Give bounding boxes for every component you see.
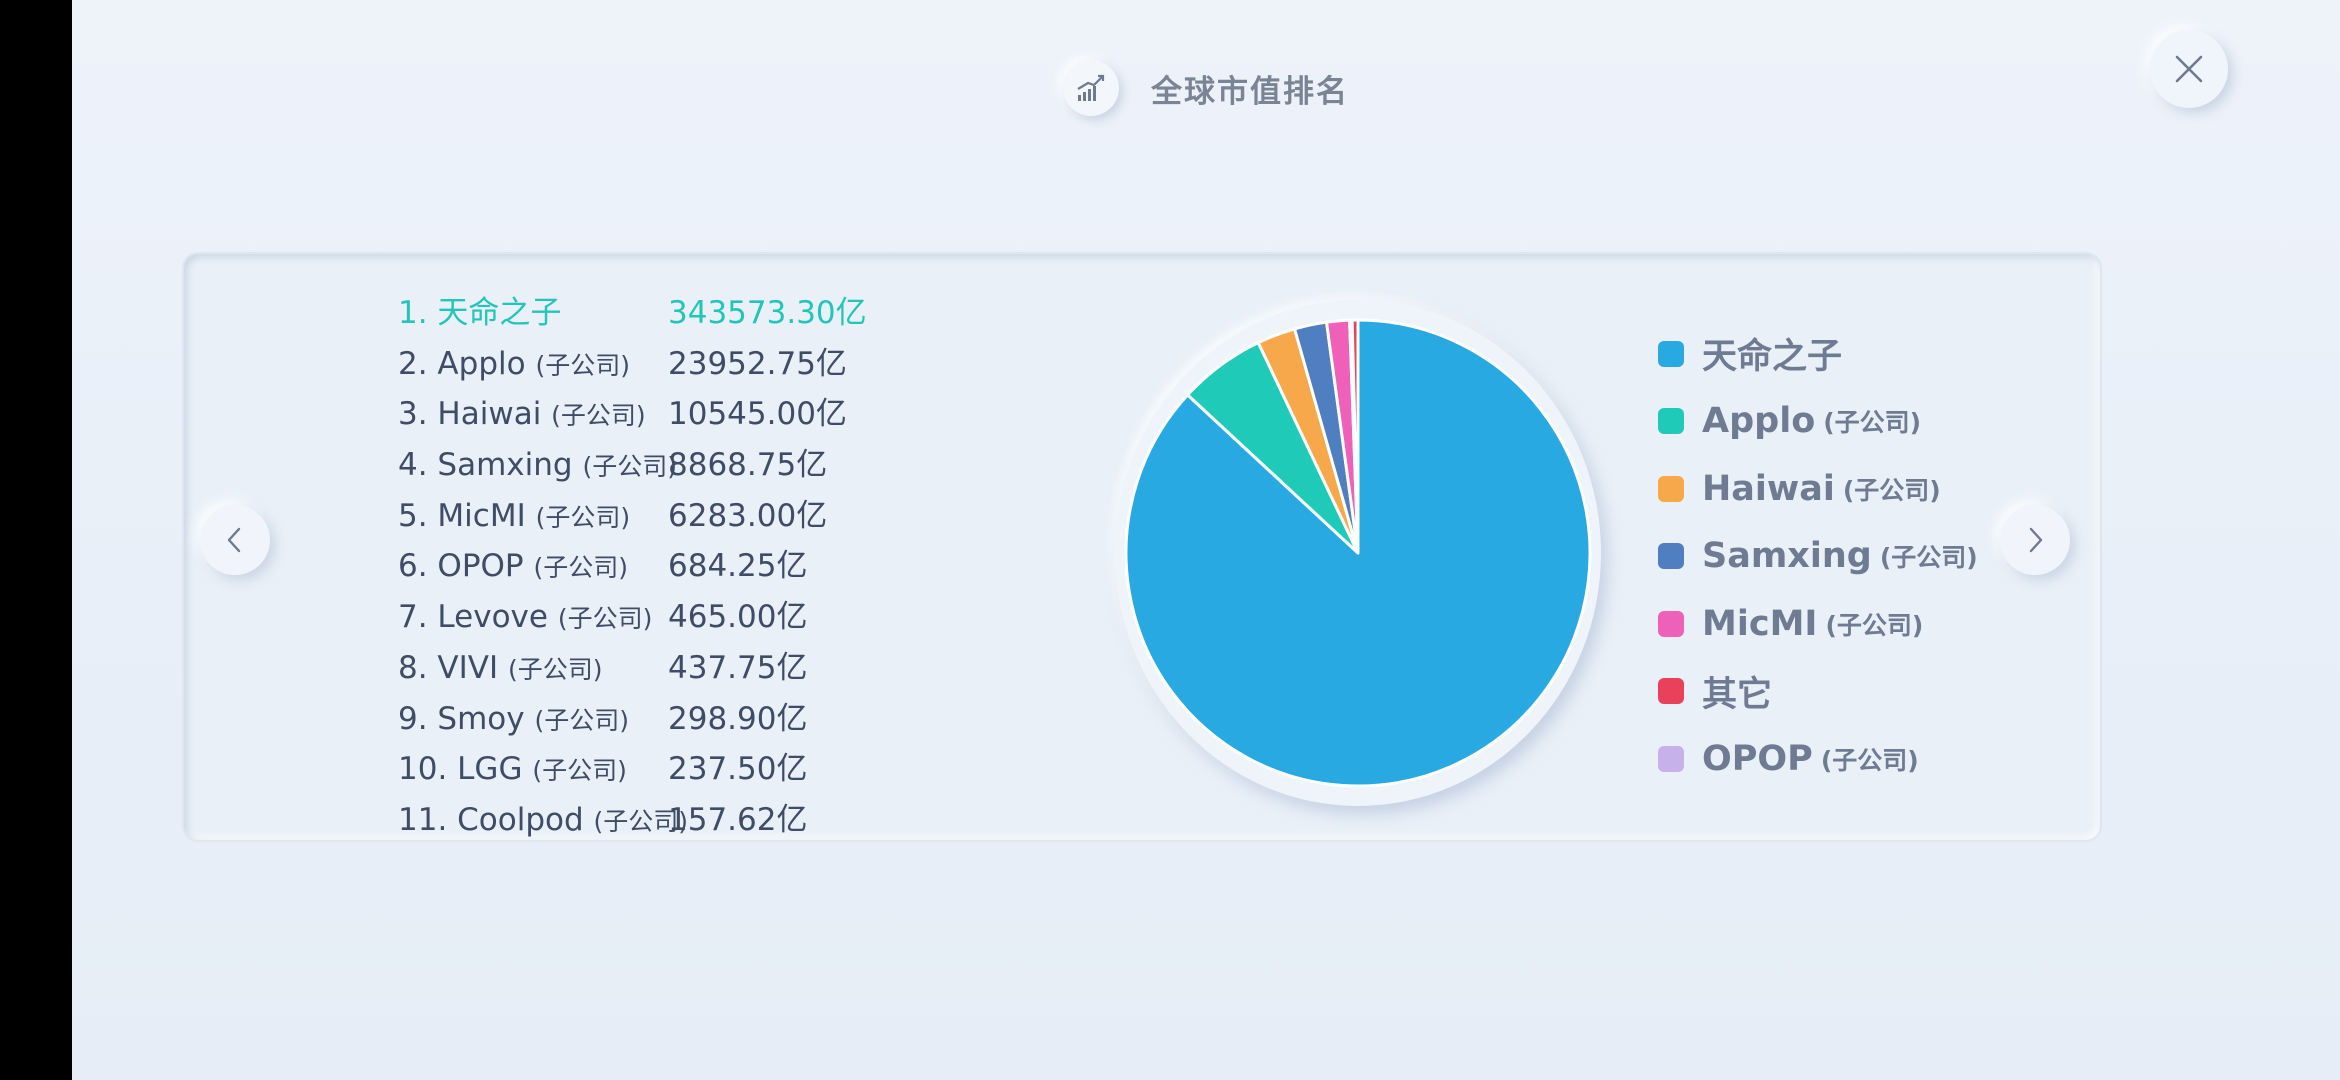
legend-label: OPOP — [1702, 738, 1813, 779]
rank-name: 4. Samxing — [398, 447, 583, 484]
legend-item[interactable]: Applo (子公司) — [1658, 388, 1978, 456]
rank-name: 2. Applo — [398, 345, 536, 382]
legend-swatch — [1658, 610, 1684, 637]
rank-subsidiary-tag: (子公司) — [557, 604, 653, 634]
ranking-row: 5. MicMI (子公司) 6283.00亿 — [398, 491, 958, 542]
rank-name: 3. Haiwai — [398, 396, 552, 433]
rank-value: 684.25亿 — [668, 548, 808, 585]
rank-value: 10545.00亿 — [668, 396, 847, 433]
legend-item[interactable]: Haiwai (子公司) — [1658, 455, 1978, 523]
rank-subsidiary-tag: (子公司) — [551, 401, 646, 431]
rank-name: 7. Levove — [398, 599, 558, 636]
legend-label: Applo — [1702, 401, 1816, 442]
legend-item[interactable]: 天命之子 — [1658, 320, 1978, 388]
rank-name: 6. OPOP — [398, 548, 534, 585]
legend-label: MicMI — [1702, 603, 1818, 644]
rank-subsidiary-tag: (子公司) — [532, 756, 627, 786]
rank-name: 11. Coolpod — [398, 801, 594, 838]
rank-name: 5. MicMI — [398, 497, 536, 534]
rank-value: 237.50亿 — [668, 751, 808, 788]
legend-label: 其它 — [1702, 674, 1773, 715]
legend-swatch — [1658, 408, 1684, 435]
legend-swatch — [1658, 475, 1684, 502]
rank-value: 6283.00亿 — [668, 497, 828, 534]
ranking-row: 3. Haiwai (子公司) 10545.00亿 — [398, 389, 958, 440]
rank-subsidiary-tag: (子公司) — [582, 452, 677, 482]
rank-value: 298.90亿 — [668, 700, 808, 737]
ranking-row: 2. Applo (子公司) 23952.75亿 — [398, 339, 958, 390]
chevron-left-icon — [227, 527, 241, 553]
rank-value: 343573.30亿 — [668, 295, 867, 331]
legend-item[interactable]: OPOP (子公司) — [1658, 725, 1978, 793]
legend-swatch — [1658, 678, 1684, 705]
legend-item[interactable]: 其它 — [1658, 658, 1978, 726]
rank-subsidiary-tag: (子公司) — [507, 654, 603, 684]
rank-value: 8868.75亿 — [668, 447, 828, 484]
rank-value: 23952.75亿 — [668, 345, 847, 382]
legend-subsidiary-tag: (子公司) — [1842, 475, 1941, 505]
legend-subsidiary-tag: (子公司) — [1879, 543, 1978, 573]
chart-trend-up-icon — [1063, 60, 1119, 116]
legend-swatch — [1658, 745, 1684, 772]
header: 全球市值排名 — [72, 52, 2340, 124]
chart-legend: 天命之子 Applo (子公司) Haiwai (子公司) Samxing (子… — [1658, 320, 1978, 793]
ranking-row: 4. Samxing (子公司) 8868.75亿 — [398, 440, 958, 491]
chevron-right-icon — [2029, 527, 2043, 553]
legend-item[interactable]: Samxing (子公司) — [1658, 523, 1978, 591]
legend-subsidiary-tag: (子公司) — [1825, 610, 1924, 640]
legend-item[interactable]: MicMI (子公司) — [1658, 590, 1978, 658]
ranking-row: 6. OPOP (子公司) 684.25亿 — [398, 541, 958, 592]
rank-value: 157.62亿 — [668, 801, 808, 838]
previous-button[interactable] — [200, 505, 270, 575]
page-title: 全球市值排名 — [1151, 73, 1349, 110]
close-button[interactable] — [2150, 30, 2228, 108]
rank-name: 10. LGG — [398, 751, 533, 788]
pie-chart-svg — [1124, 318, 1592, 788]
ranking-list: 1. 天命之子 343573.30亿 2. Applo (子公司) 23952.… — [398, 288, 958, 846]
ranking-row: 9. Smoy (子公司) 298.90亿 — [398, 694, 958, 745]
legend-swatch — [1658, 543, 1684, 570]
legend-subsidiary-tag: (子公司) — [1823, 408, 1922, 438]
ranking-row: 8. VIVI (子公司) 437.75亿 — [398, 643, 958, 694]
legend-label: Samxing — [1702, 536, 1872, 577]
rank-value: 437.75亿 — [668, 649, 808, 686]
pie-chart — [1115, 300, 1601, 806]
rank-subsidiary-tag: (子公司) — [534, 705, 629, 735]
ranking-row: 7. Levove (子公司) 465.00亿 — [398, 592, 958, 643]
legend-subsidiary-tag: (子公司) — [1820, 745, 1919, 775]
legend-swatch — [1658, 340, 1684, 367]
rank-subsidiary-tag: (子公司) — [535, 350, 630, 380]
rank-subsidiary-tag: (子公司) — [533, 553, 628, 583]
rank-value: 465.00亿 — [668, 599, 808, 636]
legend-label: 天命之子 — [1702, 337, 1843, 378]
close-icon — [2175, 55, 2203, 83]
rank-name: 1. 天命之子 — [398, 295, 562, 331]
next-button[interactable] — [2000, 505, 2070, 575]
rank-name: 8. VIVI — [398, 649, 508, 686]
rank-name: 9. Smoy — [398, 700, 535, 737]
legend-label: Haiwai — [1702, 468, 1835, 509]
ranking-row: 10. LGG (子公司) 237.50亿 — [398, 744, 958, 795]
ranking-row: 1. 天命之子 343573.30亿 — [398, 288, 958, 339]
ranking-row: 11. Coolpod (子公司) 157.62亿 — [398, 795, 958, 846]
rank-subsidiary-tag: (子公司) — [535, 502, 631, 532]
